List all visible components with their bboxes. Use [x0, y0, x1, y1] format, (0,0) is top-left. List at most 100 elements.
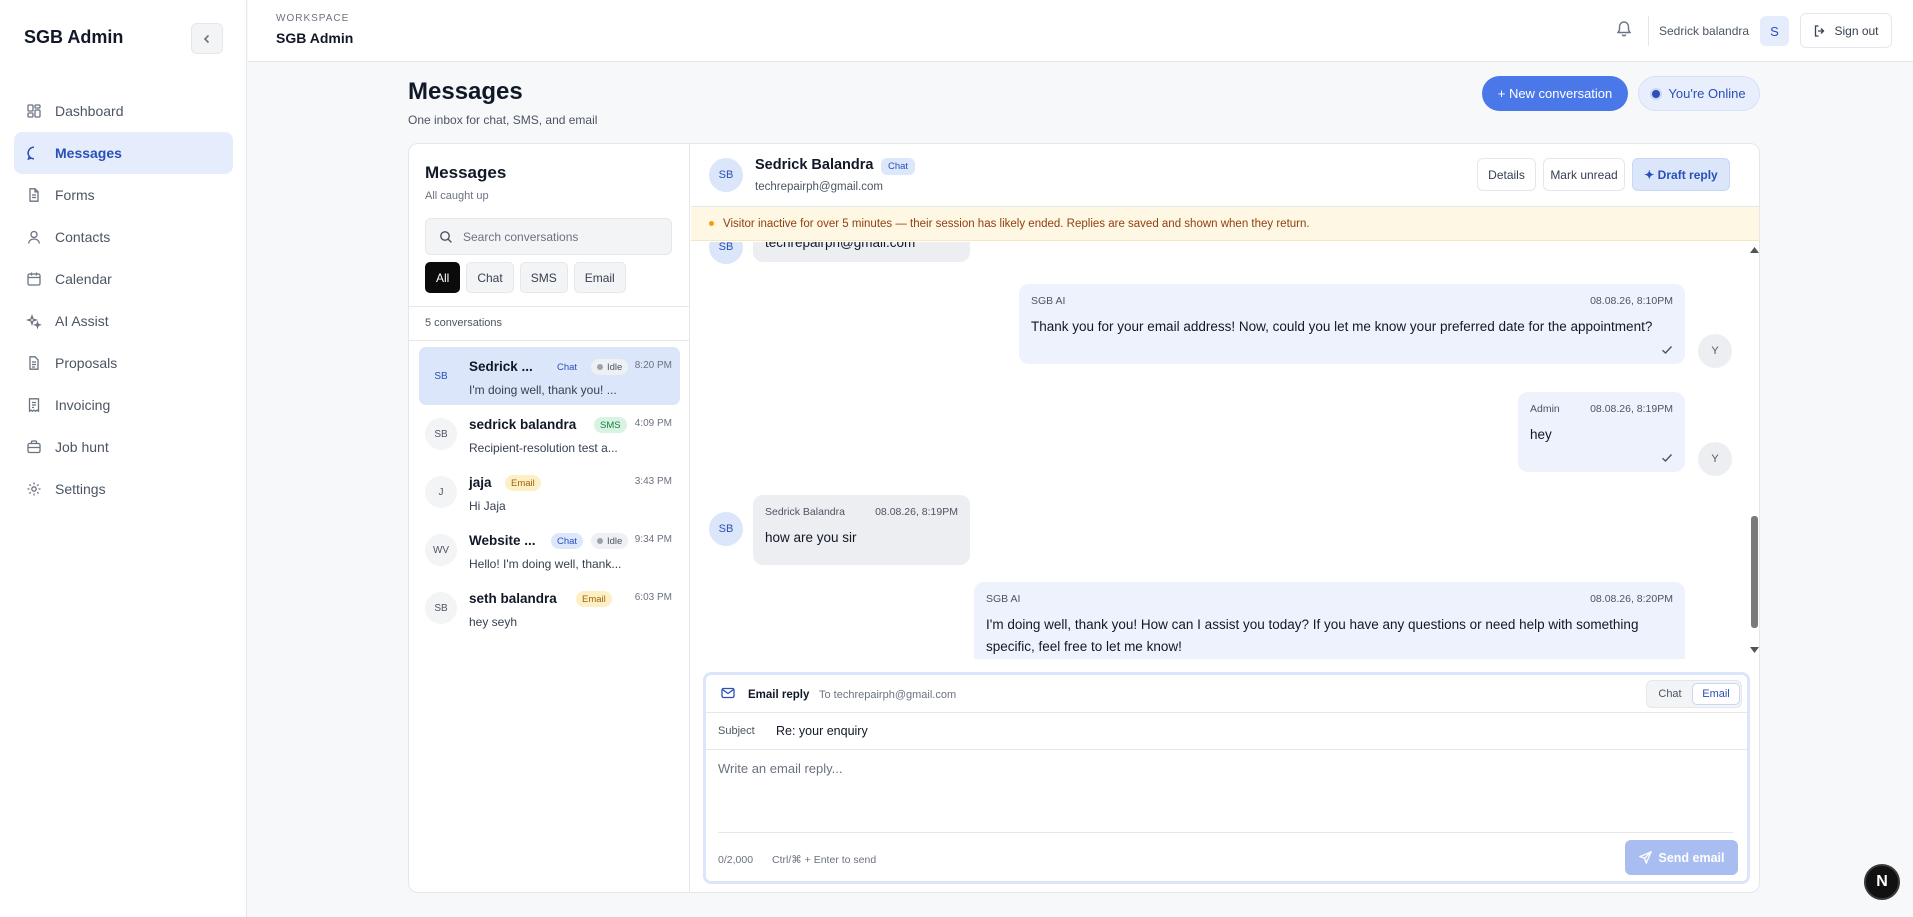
chevron-left-icon: [203, 34, 210, 43]
receipt-icon: [28, 398, 40, 413]
filter-email[interactable]: Email: [573, 262, 626, 293]
list-item[interactable]: J jaja Email 3:43 PM Hi Jaja: [419, 463, 680, 521]
sidebar: SGB Admin Dashboard Messages Forms Conta…: [0, 0, 247, 917]
conversation-preview: I'm doing well, thank you! ...: [469, 383, 617, 397]
message-time: 08.08.26, 8:20PM: [1590, 593, 1673, 605]
compose-recipient: To techrepairph@gmail.com: [819, 689, 957, 701]
message-time: 08.08.26, 8:19PM: [1590, 403, 1673, 415]
list-subtitle: All caught up: [425, 190, 489, 202]
page-title: Messages: [408, 78, 523, 105]
status-badge: Idle: [591, 359, 629, 375]
contact-email: techrepairph@gmail.com: [755, 181, 884, 193]
sidebar-item-calendar[interactable]: Calendar: [14, 258, 233, 300]
message-sender: Sedrick Balandra: [765, 506, 845, 518]
dashboard-icon: [27, 104, 41, 118]
message-bubble: Sedrick Balandra 08.08.26, 8:19PM how ar…: [753, 495, 970, 565]
sidebar-item-settings[interactable]: Settings: [14, 468, 233, 510]
inbox-card: Messages All caught up All Chat SMS Emai…: [408, 143, 1760, 893]
page-subtitle: One inbox for chat, SMS, and email: [408, 113, 598, 127]
list-item[interactable]: WV Website ... Chat Idle 9:34 PM Hello! …: [419, 521, 680, 579]
message-text: how are you sir: [765, 530, 857, 545]
message-list: SB techrepairph@gmail.com SGB AI 08.08.2…: [691, 242, 1759, 659]
message-bubble: Admin 08.08.26, 8:19PM hey: [1518, 392, 1685, 472]
inactive-warning-banner: Visitor inactive for over 5 minutes — th…: [691, 207, 1759, 241]
new-conversation-button[interactable]: + New conversation: [1482, 76, 1628, 111]
sidebar-item-forms[interactable]: Forms: [14, 174, 233, 216]
sidebar-item-invoicing[interactable]: Invoicing: [14, 384, 233, 426]
notifications-button[interactable]: [1616, 20, 1632, 38]
reply-mode-toggle: Chat Email: [1646, 680, 1742, 708]
online-dot-icon: [1652, 89, 1661, 98]
email-body-input[interactable]: [718, 761, 1733, 835]
mode-email-tab[interactable]: Email: [1692, 683, 1740, 705]
list-item[interactable]: SB Sedrick ... Chat Idle 8:20 PM I'm doi…: [419, 347, 680, 405]
sidebar-nav: Dashboard Messages Forms Contacts Calend…: [14, 90, 233, 510]
floating-action-button[interactable]: N: [1864, 864, 1900, 900]
conversation-name: Sedrick ...: [469, 359, 533, 374]
briefcase-icon: [27, 440, 41, 454]
conversation-name: seth balandra: [469, 591, 557, 606]
sign-out-icon: [1815, 24, 1825, 37]
message-bubble: techrepairph@gmail.com: [753, 242, 970, 262]
sidebar-item-label: Proposals: [55, 355, 118, 371]
filter-all[interactable]: All: [425, 262, 461, 293]
sidebar-item-label: Dashboard: [55, 103, 124, 119]
sidebar-item-label: Messages: [55, 145, 122, 161]
channel-badge: Email: [505, 475, 541, 491]
mark-unread-button[interactable]: Mark unread: [1543, 158, 1625, 191]
sidebar-item-job-hunt[interactable]: Job hunt: [14, 426, 233, 468]
email-compose-box: Email reply To techrepairph@gmail.com Ch…: [703, 672, 1750, 884]
message-text: I'm doing well, thank you! How can I ass…: [986, 617, 1639, 654]
collapse-sidebar-button[interactable]: [191, 23, 223, 54]
search-icon: [440, 230, 452, 243]
draft-reply-button[interactable]: ✦ Draft reply: [1632, 158, 1730, 191]
avatar: SB: [425, 418, 457, 450]
chat-icon: [27, 146, 35, 161]
online-status-button[interactable]: You're Online: [1638, 76, 1760, 111]
scrollbar-thumb[interactable]: [1751, 516, 1758, 628]
sign-out-button[interactable]: Sign out: [1800, 13, 1892, 48]
details-button[interactable]: Details: [1477, 158, 1536, 191]
status-label: Idle: [607, 361, 623, 373]
avatar: SB: [709, 242, 743, 264]
top-bar: WORKSPACE SGB Admin Sedrick balandra S S…: [248, 0, 1913, 62]
message-time: 08.08.26, 8:19PM: [875, 506, 958, 518]
conversation-preview: hey seyh: [469, 615, 518, 629]
sidebar-item-contacts[interactable]: Contacts: [14, 216, 233, 258]
send-icon: [1638, 851, 1652, 864]
scroll-down-icon: [1750, 647, 1759, 653]
sidebar-item-ai-assist[interactable]: AI Assist: [14, 300, 233, 342]
sidebar-item-messages[interactable]: Messages: [14, 132, 233, 174]
sidebar-item-dashboard[interactable]: Dashboard: [14, 90, 233, 132]
thread-pane: SB Sedrick Balandra Chat techrepairph@gm…: [691, 144, 1759, 892]
user-name: Sedrick balandra: [1659, 24, 1750, 38]
calendar-icon: [27, 272, 41, 286]
mode-chat-tab[interactable]: Chat: [1649, 683, 1691, 705]
conversation-preview: Recipient-resolution test a...: [469, 441, 618, 455]
sidebar-item-proposals[interactable]: Proposals: [14, 342, 233, 384]
sidebar-item-label: Settings: [55, 481, 106, 497]
sign-out-label: Sign out: [1834, 23, 1879, 38]
divider: [409, 306, 690, 307]
user-avatar[interactable]: S: [1760, 16, 1789, 46]
divider: [718, 832, 1733, 833]
send-shortcut-hint: Ctrl/⌘ + Enter to send: [772, 854, 877, 866]
user-icon: [27, 230, 41, 244]
message-text: techrepairph@gmail.com: [765, 242, 916, 250]
avatar: SB: [425, 592, 457, 624]
conversation-count: 5 conversations: [425, 317, 503, 329]
filter-sms[interactable]: SMS: [519, 262, 568, 293]
list-item[interactable]: SB seth balandra Email 6:03 PM hey seyh: [419, 579, 680, 637]
avatar: Y: [1698, 334, 1732, 368]
list-item[interactable]: SB sedrick balandra SMS 4:09 PM Recipien…: [419, 405, 680, 463]
divider: [409, 340, 690, 341]
conversation-preview: Hello! I'm doing well, thank...: [469, 557, 622, 571]
subject-label: Subject: [718, 725, 755, 737]
subject-field[interactable]: Re: your enquiry: [776, 724, 868, 738]
filter-chat[interactable]: Chat: [466, 262, 514, 293]
channel-filters: All Chat SMS Email: [425, 262, 626, 293]
channel-badge: SMS: [594, 417, 627, 433]
search-input[interactable]: [463, 229, 663, 244]
channel-badge: Chat: [551, 533, 584, 549]
send-email-button[interactable]: Send email: [1625, 840, 1738, 875]
